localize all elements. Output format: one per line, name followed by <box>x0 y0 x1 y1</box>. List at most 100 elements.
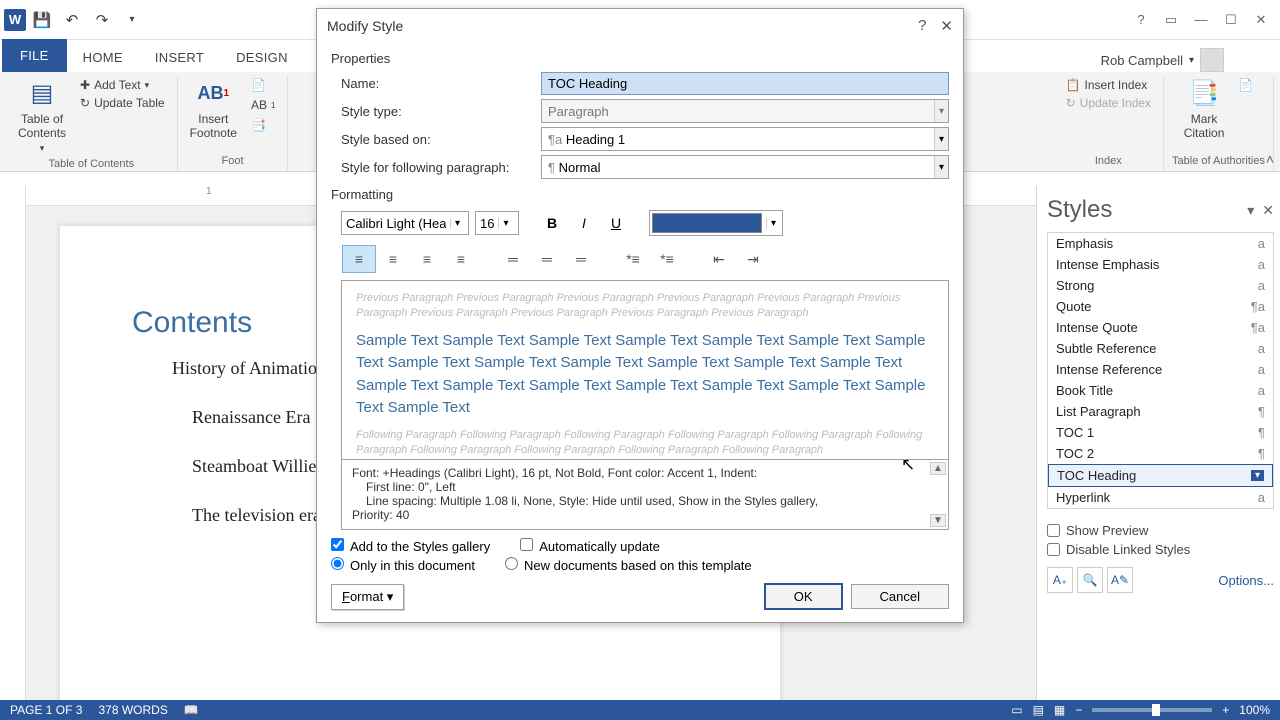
tab-home[interactable]: HOME <box>67 43 139 72</box>
indent-inc-button[interactable]: ⇥ <box>736 245 770 273</box>
word-count[interactable]: 378 WORDS <box>98 703 167 717</box>
mark-citation-button[interactable]: 📑 Mark Citation <box>1180 76 1229 143</box>
ok-button[interactable]: OK <box>764 583 843 610</box>
align-center-button[interactable]: ≡ <box>376 245 410 273</box>
maximize-icon[interactable]: ☐ <box>1216 6 1246 34</box>
tab-file[interactable]: FILE <box>2 39 67 72</box>
pane-close-icon[interactable]: ✕ <box>1262 202 1274 219</box>
spacing-15-button[interactable]: ═ <box>530 245 564 273</box>
style-item[interactable]: Subtle Referencea <box>1048 338 1273 359</box>
manage-styles-icon[interactable]: A✎ <box>1107 567 1133 593</box>
footnote-sm3[interactable]: 📑 <box>247 116 279 134</box>
following-para-select[interactable]: ¶ Normal▾ <box>541 155 949 179</box>
style-item[interactable]: Emphasisa <box>1048 233 1273 254</box>
zoom-in-icon[interactable]: + <box>1222 703 1229 717</box>
underline-button[interactable]: U <box>603 210 629 236</box>
qat-customize-icon[interactable]: ▾ <box>118 6 146 34</box>
view-web-icon[interactable]: ▦ <box>1054 703 1065 717</box>
name-input[interactable] <box>541 72 949 95</box>
zoom-level[interactable]: 100% <box>1239 703 1270 717</box>
new-docs-radio[interactable]: New documents based on this template <box>505 557 752 573</box>
align-left-button[interactable]: ≡ <box>342 245 376 273</box>
cit-sm1[interactable]: 📄 <box>1234 76 1257 94</box>
dialog-titlebar[interactable]: Modify Style ? ✕ <box>317 9 963 43</box>
italic-button[interactable]: I <box>571 210 597 236</box>
style-item[interactable]: TOC 2¶ <box>1048 443 1273 464</box>
save-icon[interactable]: 💾 <box>28 6 56 34</box>
spacing-2-button[interactable]: ═ <box>564 245 598 273</box>
style-preview: Previous Paragraph Previous Paragraph Pr… <box>341 280 949 460</box>
styles-pane-title: Styles ▾ ✕ <box>1047 192 1274 232</box>
style-item[interactable]: List Paragraph¶ <box>1048 401 1273 422</box>
proofing-icon[interactable]: 📖 <box>184 703 199 717</box>
only-this-doc-radio[interactable]: Only in this document <box>331 557 475 573</box>
zoom-slider[interactable] <box>1092 708 1212 712</box>
style-inspector-icon[interactable]: 🔍 <box>1077 567 1103 593</box>
zoom-out-icon[interactable]: − <box>1075 703 1082 717</box>
pane-menu-icon[interactable]: ▾ <box>1247 202 1254 219</box>
ruler-vertical[interactable] <box>0 186 26 700</box>
style-item[interactable]: Book Titlea <box>1048 380 1273 401</box>
indent-dec-button[interactable]: ⇤ <box>702 245 736 273</box>
tab-insert[interactable]: INSERT <box>139 43 220 72</box>
scroll-up-icon[interactable]: ▲ <box>930 462 946 475</box>
page-indicator[interactable]: PAGE 1 OF 3 <box>10 703 82 717</box>
insert-index-button[interactable]: 📋Insert Index <box>1062 76 1155 94</box>
cancel-button[interactable]: Cancel <box>851 584 949 609</box>
style-description: Font: +Headings (Calibri Light), 16 pt, … <box>341 460 949 530</box>
avatar[interactable] <box>1200 48 1224 72</box>
style-list[interactable]: EmphasisaIntense EmphasisaStrongaQuote¶a… <box>1047 232 1274 509</box>
bold-button[interactable]: B <box>539 210 565 236</box>
table-of-contents-button[interactable]: ▤ Table of Contents ▾ <box>14 76 70 156</box>
font-color-select[interactable]: ▾ <box>649 210 783 236</box>
align-right-button[interactable]: ≡ <box>410 245 444 273</box>
font-size-select[interactable]: 16▾ <box>475 211 519 235</box>
style-item[interactable]: TOC Heading▾ <box>1048 464 1273 487</box>
chevron-down-icon: ▾ <box>934 100 948 122</box>
font-family-select[interactable]: Calibri Light (Head▾ <box>341 211 469 235</box>
dialog-help-icon[interactable]: ? <box>918 17 926 35</box>
disable-linked-checkbox[interactable]: Disable Linked Styles <box>1047 542 1274 557</box>
style-based-on-select[interactable]: ¶a Heading 1▾ <box>541 127 949 151</box>
undo-icon[interactable]: ↶ <box>58 6 86 34</box>
new-style-icon[interactable]: A₊ <box>1047 567 1073 593</box>
style-item[interactable]: TOC 1¶ <box>1048 422 1273 443</box>
user-area[interactable]: Rob Campbell ▾ <box>1101 48 1224 72</box>
group-citation: 📑 Mark Citation 📄 Table of Authorities <box>1164 76 1274 171</box>
minimize-icon[interactable]: — <box>1186 6 1216 34</box>
style-item[interactable]: Intense Emphasisa <box>1048 254 1273 275</box>
ribbon-collapse-icon[interactable]: ˄ <box>1266 151 1274 167</box>
add-to-gallery-checkbox[interactable]: Add to the Styles gallery <box>331 538 490 554</box>
view-read-icon[interactable]: ▭ <box>1011 703 1022 717</box>
user-menu-chevron-icon[interactable]: ▾ <box>1189 55 1194 66</box>
redo-icon[interactable]: ↷ <box>88 6 116 34</box>
insert-footnote-button[interactable]: AB1 Insert Footnote <box>186 76 241 143</box>
scroll-down-icon[interactable]: ▼ <box>930 514 946 527</box>
format-button[interactable]: Format ▾ <box>331 584 404 610</box>
update-index-button[interactable]: ↻Update Index <box>1062 94 1155 112</box>
close-icon[interactable]: ✕ <box>1246 6 1276 34</box>
dialog-close-icon[interactable]: ✕ <box>940 17 953 35</box>
align-justify-button[interactable]: ≡ <box>444 245 478 273</box>
help-icon[interactable]: ? <box>1126 6 1156 34</box>
view-print-icon[interactable]: ▤ <box>1033 703 1044 717</box>
space-before-inc-button[interactable]: *≡ <box>616 245 650 273</box>
style-item[interactable]: Intense Quote¶a <box>1048 317 1273 338</box>
style-type-select[interactable]: Paragraph▾ <box>541 99 949 123</box>
auto-update-checkbox[interactable]: Automatically update <box>520 538 660 554</box>
show-preview-checkbox[interactable]: Show Preview <box>1047 523 1274 538</box>
space-before-dec-button[interactable]: *≡ <box>650 245 684 273</box>
spacing-1-button[interactable]: ═ <box>496 245 530 273</box>
footnote-sm2[interactable]: AB1 <box>247 96 279 114</box>
style-item[interactable]: Quote¶a <box>1048 296 1273 317</box>
style-dropdown-icon[interactable]: ▾ <box>1251 470 1264 481</box>
footnote-sm1[interactable]: 📄 <box>247 76 279 94</box>
tab-design[interactable]: DESIGN <box>220 43 304 72</box>
add-text-button[interactable]: ✚Add Text▾ <box>76 76 169 94</box>
style-item[interactable]: Intense Referencea <box>1048 359 1273 380</box>
ribbon-options-icon[interactable]: ▭ <box>1156 6 1186 34</box>
update-table-button[interactable]: ↻Update Table <box>76 94 169 112</box>
styles-options-link[interactable]: Options... <box>1218 573 1274 588</box>
style-item[interactable]: Stronga <box>1048 275 1273 296</box>
style-item[interactable]: Hyperlinka <box>1048 487 1273 508</box>
